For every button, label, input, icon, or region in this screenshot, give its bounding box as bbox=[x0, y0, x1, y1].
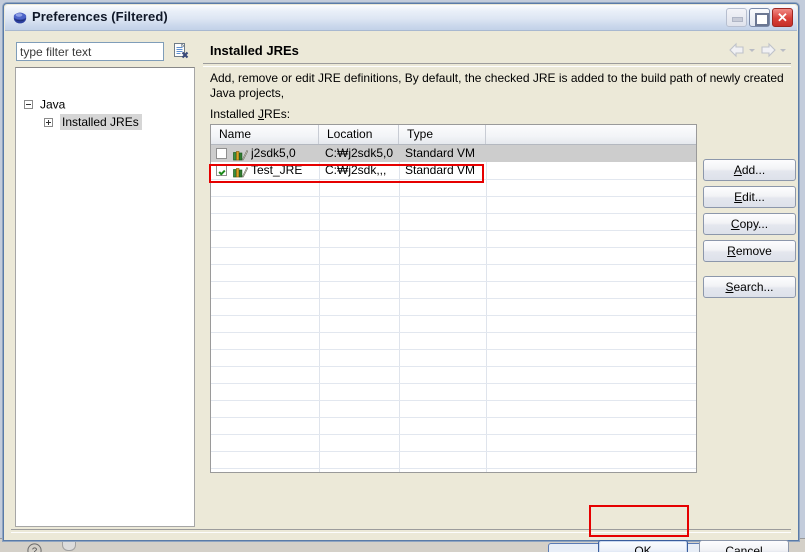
table-header: Name Location Type bbox=[211, 125, 696, 145]
navigation-arrows bbox=[727, 41, 787, 59]
btn-mnemonic: A bbox=[733, 163, 742, 177]
column-header-blank[interactable] bbox=[486, 125, 696, 144]
expand-expander-icon[interactable] bbox=[44, 118, 53, 128]
title-bar: Preferences (Filtered) ✕ bbox=[5, 5, 797, 31]
column-header-type[interactable]: Type bbox=[399, 125, 486, 144]
search-button[interactable]: Search... bbox=[703, 276, 796, 298]
label-post: REs: bbox=[264, 107, 291, 121]
table-gridline-vertical bbox=[486, 145, 487, 472]
back-chevron-down-icon[interactable] bbox=[749, 42, 756, 58]
forward-arrow-icon[interactable] bbox=[758, 41, 778, 59]
table-gridline-horizontal bbox=[211, 383, 696, 384]
table-gridline-vertical bbox=[399, 145, 400, 472]
cell-location: C:₩j2sdk5,0 bbox=[325, 146, 394, 160]
table-gridline-horizontal bbox=[211, 196, 696, 197]
installed-jres-table[interactable]: Name Location Type j2sdk5,0 C:₩j2sdk5,0 Stan… bbox=[210, 124, 697, 473]
table-row[interactable]: Test_JRE C:₩j2sdk,,, Standard VM bbox=[211, 162, 696, 179]
btn-post: emove bbox=[735, 244, 772, 258]
cell-type: Standard VM bbox=[405, 163, 476, 177]
table-gridline-horizontal bbox=[211, 417, 696, 418]
forward-chevron-down-icon[interactable] bbox=[780, 42, 787, 58]
table-gridline-horizontal bbox=[211, 332, 696, 333]
ok-button[interactable]: OK bbox=[598, 540, 688, 552]
btn-mnemonic: E bbox=[734, 190, 743, 204]
close-button[interactable]: ✕ bbox=[772, 8, 793, 27]
preferences-dialog: Preferences (Filtered) ✕ type filter tex… bbox=[3, 3, 799, 552]
btn-post: opy... bbox=[739, 217, 769, 231]
cell-name: j2sdk5,0 bbox=[251, 146, 296, 160]
column-header-location[interactable]: Location bbox=[319, 125, 399, 144]
table-gridline-vertical bbox=[319, 145, 320, 472]
tree-item-installed-jres[interactable]: Installed JREs bbox=[44, 114, 142, 131]
remove-button[interactable]: Remove bbox=[703, 240, 796, 262]
background-window-widget bbox=[62, 541, 76, 551]
table-gridline-horizontal bbox=[211, 179, 696, 180]
help-question-icon[interactable]: ? bbox=[27, 543, 42, 552]
table-gridline-horizontal bbox=[211, 264, 696, 265]
table-gridline-horizontal bbox=[211, 247, 696, 248]
dialog-body: Java Installed JREs Installed JREs bbox=[5, 31, 797, 552]
window-controls: ✕ bbox=[726, 8, 793, 27]
checkbox-checked[interactable] bbox=[216, 165, 227, 176]
back-arrow-icon[interactable] bbox=[727, 41, 747, 59]
table-gridline-horizontal bbox=[211, 230, 696, 231]
preference-tree[interactable]: Java Installed JREs bbox=[15, 67, 195, 527]
maximize-button[interactable] bbox=[749, 8, 770, 27]
installed-jres-label: Installed JREs: bbox=[210, 107, 290, 121]
tree-item-java[interactable]: Java bbox=[24, 96, 65, 113]
clear-filter-icon[interactable] bbox=[171, 41, 191, 61]
page-description: Add, remove or edit JRE definitions, By … bbox=[210, 71, 784, 100]
checkbox-unchecked[interactable] bbox=[216, 148, 227, 159]
page-title: Installed JREs bbox=[210, 43, 299, 58]
window-title: Preferences (Filtered) bbox=[32, 9, 168, 24]
footer-divider bbox=[11, 529, 791, 533]
column-header-name[interactable]: Name bbox=[211, 125, 319, 144]
table-gridline-horizontal bbox=[211, 213, 696, 214]
collapse-expander-icon[interactable] bbox=[24, 100, 33, 110]
jre-books-icon bbox=[233, 148, 249, 161]
cell-name: Test_JRE bbox=[251, 163, 303, 177]
table-body[interactable]: j2sdk5,0 C:₩j2sdk5,0 Standard VM Test_JRE C:… bbox=[211, 145, 696, 472]
table-gridline-horizontal bbox=[211, 451, 696, 452]
btn-post: dd... bbox=[741, 163, 766, 177]
tree-item-label: Java bbox=[40, 97, 66, 112]
jre-books-icon bbox=[233, 165, 249, 178]
add-button[interactable]: Add... bbox=[703, 159, 796, 181]
copy-button[interactable]: Copy... bbox=[703, 213, 796, 235]
table-gridline-horizontal bbox=[211, 281, 696, 282]
btn-mnemonic: C bbox=[730, 217, 740, 231]
edit-button[interactable]: Edit... bbox=[703, 186, 796, 208]
minimize-button[interactable] bbox=[726, 8, 747, 27]
table-gridline-horizontal bbox=[211, 468, 696, 469]
table-gridline-horizontal bbox=[211, 349, 696, 350]
table-gridline-horizontal bbox=[211, 315, 696, 316]
btn-post: earch... bbox=[733, 280, 774, 294]
table-gridline-horizontal bbox=[211, 298, 696, 299]
table-row[interactable]: j2sdk5,0 C:₩j2sdk5,0 Standard VM bbox=[211, 145, 696, 162]
label-pre: Installed bbox=[210, 107, 259, 121]
svg-text:?: ? bbox=[32, 546, 37, 552]
title-divider bbox=[203, 63, 791, 67]
filter-input[interactable] bbox=[16, 42, 164, 61]
tree-item-label: Installed JREs bbox=[60, 114, 142, 131]
table-gridline-horizontal bbox=[211, 400, 696, 401]
table-gridline-horizontal bbox=[211, 366, 696, 367]
eclipse-globe-icon bbox=[13, 11, 27, 25]
screenshot-root: Preferences (Filtered) ✕ type filter tex… bbox=[0, 0, 805, 552]
table-gridline-horizontal bbox=[211, 434, 696, 435]
cancel-button[interactable]: Cancel bbox=[699, 540, 789, 552]
btn-mnemonic: R bbox=[727, 244, 736, 258]
cell-location: C:₩j2sdk,,, bbox=[325, 163, 387, 177]
cell-type: Standard VM bbox=[405, 146, 476, 160]
btn-post: dit... bbox=[742, 190, 765, 204]
